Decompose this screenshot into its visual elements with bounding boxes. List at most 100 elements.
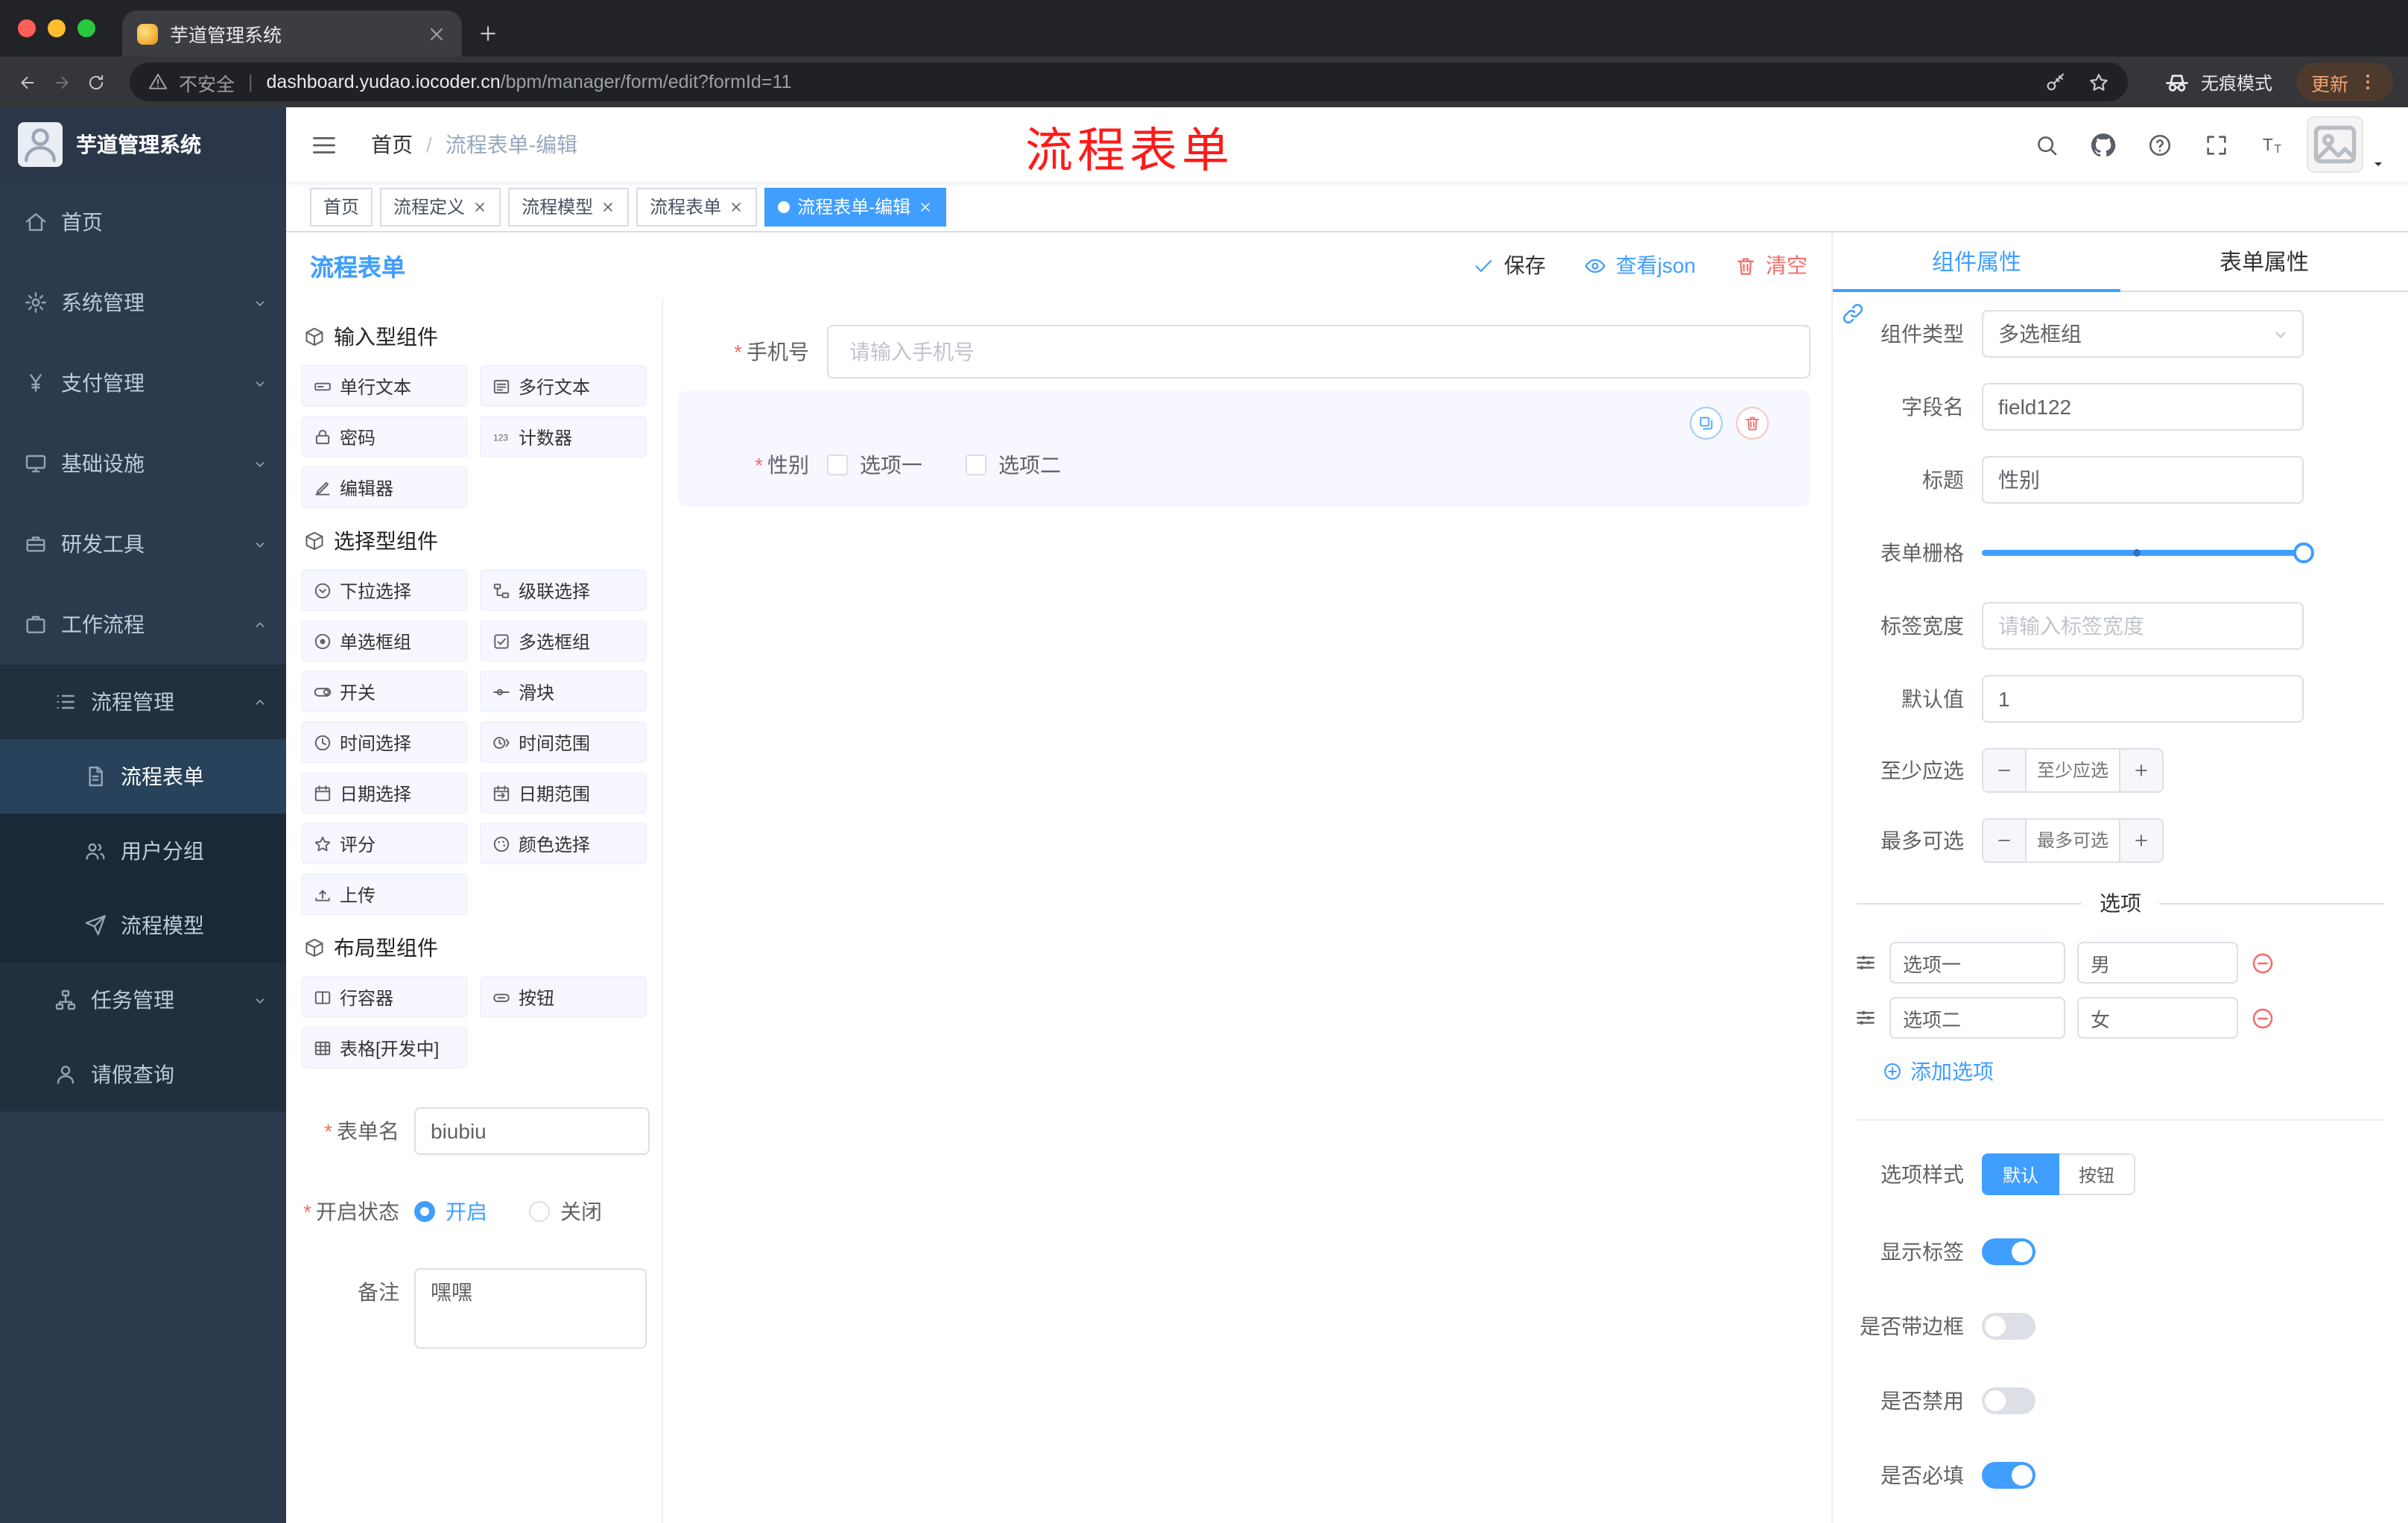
status-off-radio[interactable]: 关闭 [529, 1197, 602, 1226]
option-value-input[interactable] [2077, 942, 2238, 984]
sidebar-item-任务管理[interactable]: 任务管理 [0, 963, 286, 1037]
palette-item-颜色选择[interactable]: 颜色选择 [480, 823, 647, 864]
tab-component-props[interactable]: 组件属性 [1833, 232, 2120, 292]
help-icon[interactable] [2147, 132, 2173, 157]
reload-icon[interactable] [83, 69, 109, 95]
toggle-switch[interactable] [1982, 1238, 2035, 1265]
option-value-input[interactable] [2077, 997, 2238, 1039]
back-icon[interactable] [15, 69, 40, 95]
style-default-button[interactable]: 默认 [1982, 1153, 2060, 1195]
drag-handle-icon[interactable] [1854, 1006, 1878, 1030]
update-button[interactable]: 更新 [2295, 63, 2393, 101]
clear-button[interactable]: 清空 [1734, 250, 1807, 280]
option-label-input[interactable] [1889, 942, 2065, 984]
toggle-switch[interactable] [1982, 1462, 2035, 1489]
address-bar[interactable]: 不安全 | dashboard.yudao.iocoder.cn/bpm/man… [130, 63, 2128, 101]
min-select-input[interactable] [2025, 750, 2120, 791]
github-icon[interactable] [2091, 132, 2116, 157]
toggle-switch[interactable] [1982, 1387, 2035, 1414]
palette-item-日期选择[interactable]: 日期选择 [301, 772, 468, 814]
palette-item-开关[interactable]: 开关 [301, 671, 468, 712]
increase-button[interactable] [2120, 750, 2162, 791]
grid-slider[interactable] [1982, 529, 2314, 577]
sidebar-item-支付管理[interactable]: 支付管理 [0, 343, 286, 423]
remove-option-icon[interactable] [2250, 1005, 2275, 1030]
gender-option-1[interactable]: 选项一 [827, 450, 922, 480]
tag-首页[interactable]: 首页 [310, 187, 373, 226]
gender-option-2[interactable]: 选项二 [966, 450, 1061, 480]
phone-field-row[interactable]: * 手机号 [678, 325, 1810, 379]
save-button[interactable]: 保存 [1473, 250, 1546, 280]
palette-item-日期范围[interactable]: 日期范围 [480, 772, 647, 814]
field-name-input[interactable] [1982, 383, 2304, 431]
tag-流程表单[interactable]: 流程表单 [636, 187, 758, 226]
menu-dots-icon[interactable] [2357, 72, 2378, 92]
increase-button[interactable] [2120, 820, 2162, 861]
palette-item-时间选择[interactable]: 时间选择 [301, 721, 468, 763]
new-tab-icon[interactable] [477, 22, 499, 45]
link-icon[interactable] [1840, 301, 1866, 326]
sidebar-item-流程管理[interactable]: 流程管理 [0, 665, 286, 739]
palette-item-单行文本[interactable]: 单行文本 [301, 365, 468, 407]
forward-icon[interactable] [49, 69, 75, 95]
tag-流程定义[interactable]: 流程定义 [380, 187, 501, 226]
font-size-icon[interactable]: TT [2260, 132, 2286, 157]
sidebar-item-流程模型[interactable]: 流程模型 [0, 888, 286, 963]
drag-handle-icon[interactable] [1854, 951, 1878, 975]
close-tag-icon[interactable] [729, 199, 744, 214]
app-logo[interactable]: 芋道管理系统 [0, 107, 286, 182]
tag-流程模型[interactable]: 流程模型 [508, 187, 630, 226]
close-tag-icon[interactable] [601, 199, 615, 214]
label-width-input[interactable] [1982, 602, 2304, 650]
palette-item-下拉选择[interactable]: 下拉选择 [301, 569, 468, 611]
sidebar-item-首页[interactable]: 首页 [0, 182, 286, 262]
copy-component-button[interactable] [1690, 407, 1723, 440]
palette-item-计数器[interactable]: 123 计数器 [480, 416, 647, 457]
sidebar-item-用户分组[interactable]: 用户分组 [0, 814, 286, 888]
decrease-button[interactable] [1983, 820, 2025, 861]
title-input[interactable] [1982, 456, 2304, 504]
tab-form-props[interactable]: 表单属性 [2120, 232, 2408, 291]
sidebar-item-基础设施[interactable]: 基础设施 [0, 423, 286, 504]
status-on-radio[interactable]: 开启 [414, 1197, 487, 1226]
search-icon[interactable] [2034, 132, 2059, 157]
palette-item-滑块[interactable]: 滑块 [480, 671, 647, 712]
checkbox-icon[interactable] [966, 455, 986, 475]
palette-item-编辑器[interactable]: 编辑器 [301, 466, 468, 508]
fullscreen-icon[interactable] [2204, 132, 2229, 157]
sidebar-item-请假查询[interactable]: 请假查询 [0, 1037, 286, 1112]
default-value-input[interactable] [1982, 675, 2304, 723]
palette-item-时间范围[interactable]: 时间范围 [480, 721, 647, 763]
slider-handle[interactable] [2293, 542, 2314, 563]
component-type-select[interactable]: 多选框组 [1982, 310, 2304, 358]
style-button-button[interactable]: 按钮 [2059, 1153, 2136, 1195]
tag-流程表单-编辑[interactable]: 流程表单-编辑 [764, 187, 947, 226]
palette-item-上传[interactable]: 上传 [301, 873, 468, 915]
palette-item-按钮[interactable]: 按钮 [480, 976, 647, 1018]
palette-item-多行文本[interactable]: 多行文本 [480, 365, 647, 407]
sidebar-item-研发工具[interactable]: 研发工具 [0, 504, 286, 584]
sidebar-item-工作流程[interactable]: 工作流程 [0, 584, 286, 665]
avatar[interactable] [2307, 116, 2363, 173]
form-remark-input[interactable]: 嘿嘿 [414, 1268, 647, 1349]
close-tag-icon[interactable] [918, 199, 933, 214]
remove-option-icon[interactable] [2250, 950, 2275, 975]
palette-item-行容器[interactable]: 行容器 [301, 976, 468, 1018]
maximize-window-button[interactable] [77, 19, 95, 37]
max-select-input[interactable] [2025, 820, 2120, 861]
close-tag-icon[interactable] [472, 199, 487, 214]
phone-input[interactable] [827, 325, 1810, 379]
max-select-stepper[interactable] [1982, 818, 2164, 863]
palette-item-表格[开发中][interactable]: 表格[开发中] [301, 1027, 468, 1068]
palette-item-级联选择[interactable]: 级联选择 [480, 569, 647, 611]
close-window-button[interactable] [18, 19, 36, 37]
sidebar-item-系统管理[interactable]: 系统管理 [0, 262, 286, 343]
decrease-button[interactable] [1983, 750, 2025, 791]
selected-component[interactable]: * 性别 选项一 选项二 [678, 390, 1810, 507]
breadcrumb-home[interactable]: 首页 [371, 130, 413, 159]
delete-component-button[interactable] [1736, 407, 1769, 440]
hamburger-icon[interactable] [310, 130, 338, 159]
bookmark-star-icon[interactable] [2088, 71, 2110, 93]
browser-tab[interactable]: 芋道管理系统 [122, 10, 462, 57]
form-canvas[interactable]: *手机号 *性别 [663, 298, 1831, 1523]
